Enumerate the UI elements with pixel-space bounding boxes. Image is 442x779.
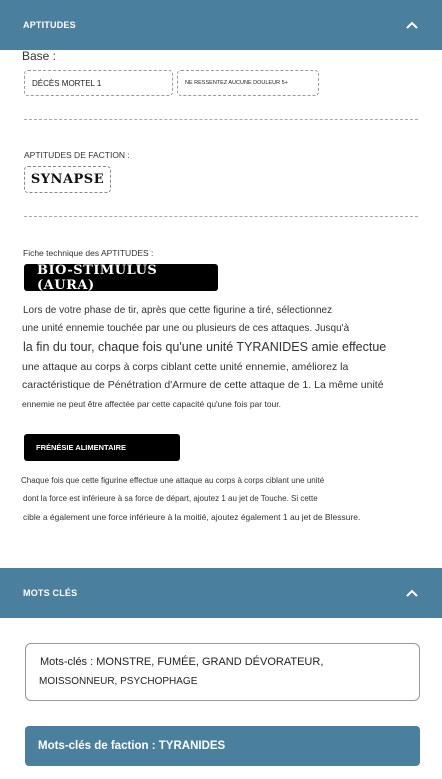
keywords-line: MOISSONNEUR, PSYCHOPHAGE (39, 676, 198, 687)
faction-keywords-bar: Mots-clés de faction : TYRANIDES (25, 726, 420, 766)
faction-abilities-label: APTITUDES DE FACTION : (24, 150, 130, 160)
ability-frenesie-tag[interactable]: FRÉNÉSIE ALIMENTAIRE (24, 434, 180, 461)
faction-keywords-text: Mots-clés de faction : TYRANIDES (38, 740, 226, 752)
ability-description-line: Chaque fois que cette figurine effectue … (21, 476, 325, 485)
ability-description-line: une attaque au corps à corps ciblant cet… (22, 361, 349, 373)
faction-ability-name: SYNAPSE (30, 172, 105, 187)
ability-description-line: ennemie ne peut être affectée par cette … (22, 399, 282, 409)
ability-description-line: dont la force est inférieure à sa force … (23, 494, 318, 503)
base-ability-label: NE RESSENTEZ AUCUNE DOULEUR 5+ (185, 80, 288, 86)
divider (24, 216, 418, 217)
aptitudes-section-header[interactable]: APTITUDES (0, 0, 442, 50)
ability-description-line: une unité ennemie touchée par une ou plu… (22, 323, 350, 334)
ability-description-line: Lors de votre phase de tir, après que ce… (23, 305, 333, 316)
faction-ability-tag[interactable]: SYNAPSE (24, 166, 111, 193)
keywords-section-header[interactable]: MOTS CLÉS (0, 568, 442, 618)
aptitudes-header-title: APTITUDES (23, 20, 76, 30)
keywords-box: Mots-clés : MONSTRE, FUMÉE, GRAND DÉVORA… (25, 643, 420, 701)
keywords-header-title: MOTS CLÉS (23, 588, 78, 598)
ability-description-line: caractéristique de Pénétration d'Armure … (22, 379, 384, 391)
divider (24, 119, 418, 120)
base-label: Base : (22, 49, 57, 63)
ability-name: FRÉNÉSIE ALIMENTAIRE (36, 443, 127, 452)
base-ability-label: DÉCÈS MORTEL 1 (32, 78, 102, 88)
chevron-up-icon[interactable] (405, 586, 419, 600)
datasheet-abilities-label: Fiche technique des APTITUDES : (23, 248, 154, 258)
ability-description-line: cible a également une force inférieure à… (23, 512, 361, 522)
base-ability-tag[interactable]: NE RESSENTEZ AUCUNE DOULEUR 5+ (177, 70, 319, 96)
ability-bio-stimulus-tag[interactable]: BIO-STIMULUS (AURA) (24, 262, 218, 293)
chevron-up-icon[interactable] (405, 18, 419, 32)
ability-name: BIO-STIMULUS (AURA) (37, 262, 158, 293)
keywords-line: Mots-clés : MONSTRE, FUMÉE, GRAND DÉVORA… (40, 656, 324, 668)
ability-description-line: la fin du tour, chaque fois qu'une unité… (23, 340, 387, 354)
base-ability-tag[interactable]: DÉCÈS MORTEL 1 (24, 70, 173, 96)
